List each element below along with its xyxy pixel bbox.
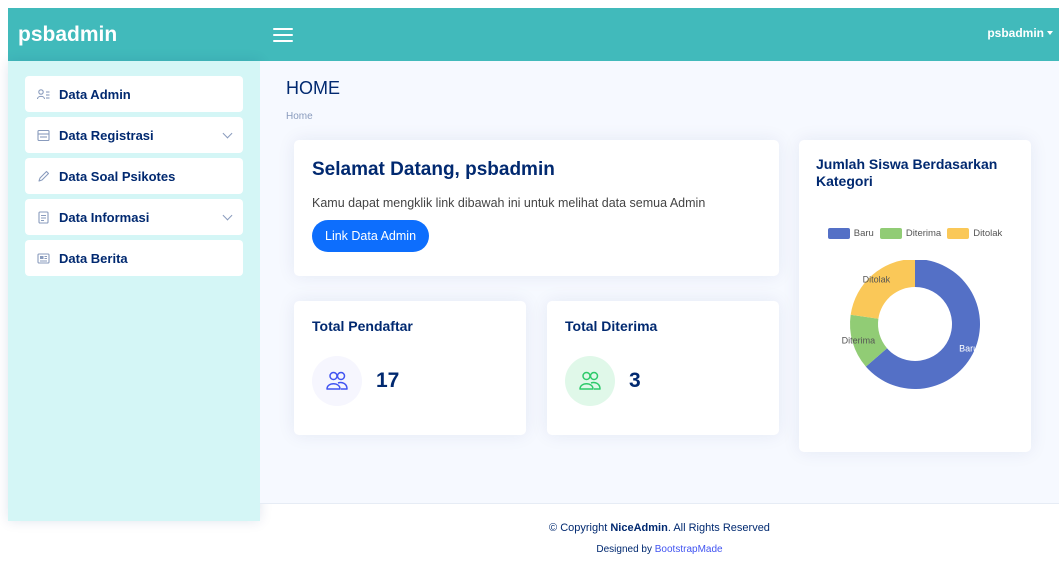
user-name: psbadmin — [987, 26, 1044, 40]
document-icon — [37, 210, 50, 224]
sidebar: Data Admin Data Registrasi Data Soal Psi… — [8, 61, 260, 521]
legend-item[interactable]: Diterima — [879, 228, 942, 239]
legend-label: Ditolak — [973, 228, 1003, 239]
hamburger-menu-icon[interactable] — [273, 27, 293, 42]
pencil-icon — [37, 170, 50, 183]
page-title: HOME — [286, 78, 340, 98]
chart-legend: Baru Diterima Ditolak — [799, 228, 1031, 239]
footer: © Copyright NiceAdmin. All Rights Reserv… — [260, 503, 1059, 569]
welcome-text: Kamu dapat mengklik link dibawah ini unt… — [312, 196, 706, 210]
brand-logo[interactable]: psbadmin — [18, 23, 273, 47]
stat-value: 17 — [376, 369, 400, 392]
main-content: HOME Home Selamat Datang, psbadmin Kamu … — [260, 61, 1059, 503]
sidebar-item-data-informasi[interactable]: Data Informasi — [25, 199, 243, 235]
sidebar-item-data-soal-psikotes[interactable]: Data Soal Psikotes — [25, 158, 243, 194]
people-icon — [565, 356, 615, 406]
copyright-text: © Copyright NiceAdmin. All Rights Reserv… — [260, 522, 1059, 534]
sidebar-item-data-registrasi[interactable]: Data Registrasi — [25, 117, 243, 153]
caret-down-icon — [1047, 31, 1053, 35]
sidebar-item-label: Data Soal Psikotes — [59, 168, 176, 184]
total-pendaftar-card: Total Pendaftar 17 — [294, 301, 526, 435]
designed-prefix: Designed by — [596, 544, 652, 555]
stat-value: 3 — [629, 369, 641, 392]
legend-label: Diterima — [905, 228, 942, 239]
copyright-brand: NiceAdmin — [610, 522, 668, 534]
total-diterima-card: Total Diterima 3 — [547, 301, 779, 435]
sidebar-item-label: Data Admin — [59, 86, 131, 102]
sidebar-item-label: Data Berita — [59, 250, 128, 266]
copyright-prefix: © Copyright — [549, 522, 608, 534]
designed-by-text: Designed by BootstrapMade — [260, 544, 1059, 555]
donut-chart: Baru Diterima Ditolak — [842, 260, 980, 389]
chart-card: Jumlah Siswa Berdasarkan Kategori Baru Di… — [799, 140, 1031, 452]
donut-slice-ditolak[interactable] — [850, 260, 915, 319]
people-icon — [312, 356, 362, 406]
link-data-admin-button[interactable]: Link Data Admin — [312, 220, 430, 252]
stat-title: Total Diterima — [565, 318, 658, 334]
admin-users-icon — [37, 88, 50, 101]
slice-label: Baru — [959, 344, 978, 354]
copyright-suffix: . All Rights Reserved — [667, 522, 770, 534]
legend-swatch — [827, 228, 850, 239]
slice-label: Ditolak — [863, 274, 891, 284]
legend-swatch — [947, 228, 970, 239]
user-dropdown[interactable]: psbadmin — [987, 26, 1053, 40]
breadcrumb[interactable]: Home — [286, 111, 313, 122]
stat-title: Total Pendaftar — [312, 318, 413, 334]
sidebar-item-label: Data Registrasi — [59, 127, 154, 143]
legend-item[interactable]: Ditolak — [947, 228, 1002, 239]
bootstrapmade-link[interactable]: BootstrapMade — [655, 544, 723, 555]
welcome-card: Selamat Datang, psbadmin Kamu dapat meng… — [294, 140, 779, 276]
registration-icon — [37, 129, 50, 142]
sidebar-item-data-berita[interactable]: Data Berita — [25, 240, 243, 276]
legend-swatch — [879, 228, 902, 239]
top-header: psbadmin psbadmin — [8, 8, 1059, 61]
legend-label: Baru — [853, 228, 874, 239]
chart-title: Jumlah Siswa Berdasarkan Kategori — [816, 156, 998, 189]
sidebar-item-data-admin[interactable]: Data Admin — [25, 76, 243, 112]
slice-label: Diterima — [842, 336, 876, 346]
chevron-down-icon — [222, 128, 233, 139]
legend-item[interactable]: Baru — [827, 228, 874, 239]
chevron-down-icon — [222, 210, 233, 221]
newspaper-icon — [37, 252, 50, 265]
welcome-title: Selamat Datang, psbadmin — [312, 159, 555, 180]
sidebar-item-label: Data Informasi — [59, 209, 150, 225]
